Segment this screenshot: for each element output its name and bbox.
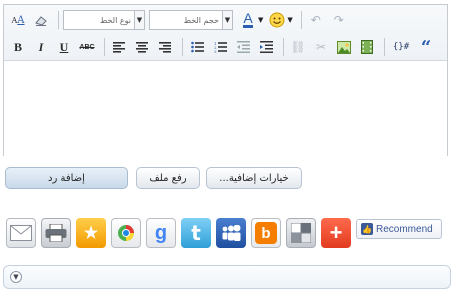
code-icon[interactable]: {}# <box>389 37 413 57</box>
align-center-icon[interactable] <box>132 37 152 57</box>
toolbar-separator <box>58 11 59 29</box>
align-right-icon[interactable] <box>155 37 175 57</box>
toolbar-separator <box>384 38 385 56</box>
clear-format-icon[interactable]: AA <box>8 10 28 30</box>
bold-button[interactable]: B <box>8 37 28 57</box>
collapsible-bar: ▼ <box>3 265 451 289</box>
chevron-down-icon[interactable]: ▼ <box>287 16 292 24</box>
font-color-label: A <box>243 10 253 28</box>
font-size-select[interactable]: حجم الخط <box>149 10 223 30</box>
share-icons-bar: ★ g t b + <box>6 217 356 249</box>
toolbar-row-2: B I U ABC 123 ⛓ ✂ {}# “ <box>8 36 439 58</box>
chevron-down-icon[interactable]: ▼ <box>223 10 233 30</box>
facebook-recommend-button[interactable]: 👍 Recommend <box>356 219 442 239</box>
toolbar-separator <box>283 38 284 56</box>
addthis-plus-icon[interactable]: + <box>321 218 351 248</box>
myspace-icon[interactable] <box>216 218 246 248</box>
toolbar-separator <box>182 38 183 56</box>
align-left-icon[interactable] <box>109 37 129 57</box>
twitter-icon[interactable]: t <box>181 218 211 248</box>
underline-button[interactable]: U <box>54 37 74 57</box>
email-icon[interactable] <box>6 218 36 248</box>
favorite-star-icon[interactable]: ★ <box>76 218 106 248</box>
media-icon[interactable] <box>357 37 377 57</box>
redo-icon[interactable]: ↷ <box>329 10 349 30</box>
upload-file-button[interactable]: رفع ملف <box>136 167 200 189</box>
indent-icon[interactable] <box>256 37 276 57</box>
recommend-label: Recommend <box>376 223 433 235</box>
smiley-icon[interactable] <box>267 10 287 30</box>
italic-button[interactable]: I <box>31 37 51 57</box>
editor-text-area[interactable] <box>4 62 447 156</box>
chevron-down-icon[interactable]: ▼ <box>258 16 263 24</box>
add-reply-button[interactable]: إضافة رد <box>5 167 128 189</box>
thumbs-up-icon: 👍 <box>361 223 373 235</box>
rich-text-editor: AA نوع الخط ▼ حجم الخط ▼ A ▼ ▼ ↶ ↷ B I U <box>3 4 448 156</box>
toolbar-separator <box>300 11 302 29</box>
toolbar-separator <box>104 38 105 56</box>
delicious-icon[interactable] <box>286 218 316 248</box>
quote-icon[interactable]: “ <box>416 37 436 58</box>
eraser-icon[interactable] <box>31 10 51 30</box>
undo-icon[interactable]: ↶ <box>306 10 326 30</box>
strikethrough-button[interactable]: ABC <box>77 37 97 57</box>
print-icon[interactable] <box>41 218 71 248</box>
outdent-icon[interactable] <box>233 37 253 57</box>
toolbar-row-1: AA نوع الخط ▼ حجم الخط ▼ A ▼ ▼ ↶ ↷ <box>8 9 352 31</box>
link-icon[interactable]: ⛓ <box>288 37 308 57</box>
font-color-icon[interactable]: A <box>238 10 258 30</box>
unordered-list-icon[interactable] <box>187 37 207 57</box>
unlink-icon[interactable]: ✂ <box>311 37 331 57</box>
extra-options-button[interactable]: ...خيارات إضافية <box>206 167 302 189</box>
image-icon[interactable] <box>334 37 354 57</box>
editor-toolbar: AA نوع الخط ▼ حجم الخط ▼ A ▼ ▼ ↶ ↷ B I U <box>4 5 447 61</box>
ordered-list-icon[interactable]: 123 <box>210 37 230 57</box>
google-bookmarks-icon[interactable] <box>111 218 141 248</box>
font-name-select[interactable]: نوع الخط <box>63 10 135 30</box>
chevron-down-icon[interactable]: ▼ <box>135 10 145 30</box>
expand-toggle-icon[interactable]: ▼ <box>10 271 22 283</box>
svg-text:3: 3 <box>214 49 217 53</box>
google-plus-icon[interactable]: g <box>146 218 176 248</box>
blogger-icon[interactable]: b <box>251 218 281 248</box>
